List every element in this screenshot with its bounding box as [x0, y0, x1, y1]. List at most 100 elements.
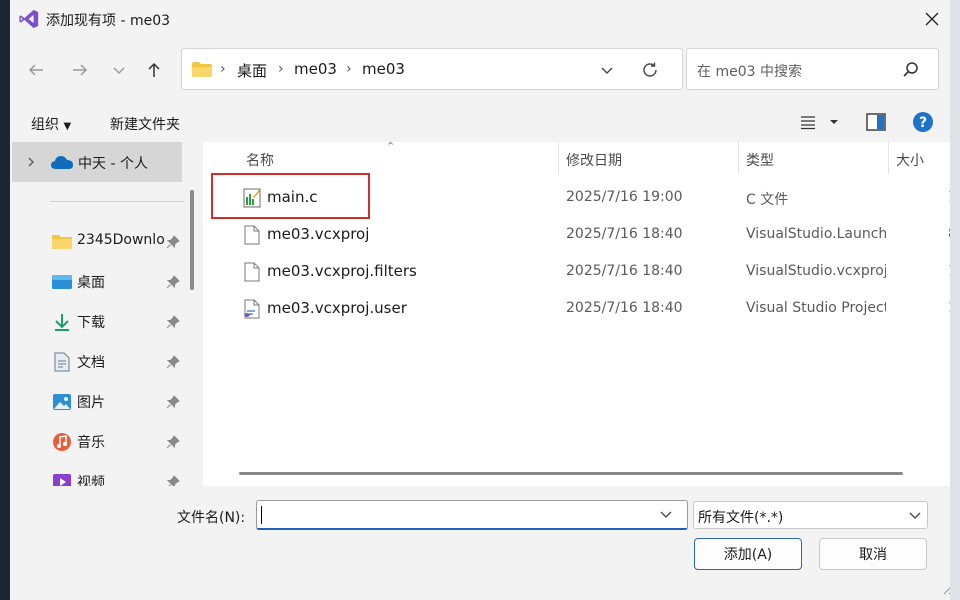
search-icon	[903, 62, 918, 77]
file-row-me03-vcxproj-filters[interactable]: me03.vcxproj.filters 2025/7/16 18:40 Vis…	[203, 254, 960, 290]
folder-icon	[192, 62, 212, 77]
pin-icon	[166, 435, 180, 449]
list-view-icon	[801, 116, 815, 130]
pane-splitter[interactable]	[196, 142, 203, 486]
visual-studio-icon	[19, 9, 39, 29]
chevron-down-icon	[113, 67, 125, 75]
breadcrumb-separator: ›	[278, 61, 284, 77]
refresh-icon	[643, 62, 657, 77]
document-icon	[54, 352, 70, 372]
nav-item-onedrive[interactable]: 中天 - 个人	[12, 142, 182, 182]
file-row-me03-vcxproj-user[interactable]: me03.vcxproj.user 2025/7/16 18:40 Visual…	[203, 291, 960, 327]
nav-item-label: 视频	[77, 475, 105, 486]
file-name: me03.vcxproj	[267, 225, 370, 243]
recent-locations-button[interactable]	[104, 55, 134, 85]
column-divider[interactable]	[888, 142, 889, 174]
nav-item-documents[interactable]: 文档	[10, 342, 188, 382]
arrow-up-icon	[148, 62, 160, 77]
chevron-down-icon	[909, 512, 921, 519]
help-icon: ?	[913, 112, 933, 132]
pin-icon	[166, 315, 180, 329]
nav-item-downloads[interactable]: 下载	[10, 302, 188, 342]
preview-pane-icon	[866, 113, 886, 131]
pin-icon	[166, 395, 180, 409]
close-icon	[925, 12, 939, 26]
organize-menu[interactable]: 组织 ▼	[31, 114, 71, 134]
video-icon	[53, 474, 71, 486]
nav-item-label: 下载	[77, 315, 105, 331]
file-type: VisualStudio.Launcher.vcxproj	[746, 226, 886, 242]
blank-file-icon	[244, 262, 260, 282]
back-button[interactable]	[21, 55, 51, 85]
nav-item-desktop[interactable]: 桌面	[10, 262, 188, 302]
breadcrumb-separator: ›	[346, 61, 352, 77]
view-options-button[interactable]	[800, 114, 816, 134]
onedrive-label: 中天 - 个人	[78, 156, 148, 172]
file-type-filter-select[interactable]: 所有文件(*.*)	[693, 501, 928, 529]
add-button[interactable]: 添加(A)	[694, 538, 802, 570]
breadcrumb-separator: ›	[220, 61, 226, 77]
desktop-icon	[52, 275, 72, 289]
nav-item-videos[interactable]: 视频	[10, 462, 188, 486]
breadcrumb-me03-current[interactable]: me03	[362, 60, 405, 78]
nav-item-label: 2345Downloads	[77, 232, 165, 248]
column-header-size[interactable]: 大小	[896, 150, 924, 170]
preview-pane-button[interactable]	[866, 113, 886, 135]
nav-item-label: 文档	[77, 355, 105, 371]
address-bar[interactable]: › 桌面 › me03 › me03	[181, 48, 683, 90]
music-icon	[53, 433, 71, 451]
file-type: C 文件	[746, 192, 789, 208]
refresh-button[interactable]	[638, 58, 662, 82]
horizontal-scrollbar[interactable]	[239, 472, 903, 475]
nav-item-label: 图片	[77, 395, 105, 411]
file-list: ⌃ 名称 修改日期 类型 大小 main.c 2025/7/16 19:00 C…	[203, 142, 960, 486]
new-folder-button[interactable]: 新建文件夹	[110, 114, 180, 134]
close-button[interactable]	[914, 4, 950, 34]
help-button[interactable]: ?	[912, 111, 934, 137]
view-dropdown[interactable]	[829, 115, 839, 131]
nav-scrollbar[interactable]	[190, 190, 194, 290]
nav-divider	[50, 201, 184, 202]
chevron-right-icon	[28, 157, 34, 167]
pin-icon	[166, 235, 180, 249]
svg-text:?: ?	[919, 115, 927, 131]
file-row-me03-vcxproj[interactable]: me03.vcxproj 2025/7/16 18:40 VisualStudi…	[203, 217, 960, 253]
search-input[interactable]: 在 me03 中搜索	[686, 48, 939, 90]
file-modified: 2025/7/16 18:40	[566, 263, 683, 279]
column-divider[interactable]	[558, 142, 559, 174]
nav-item-label: 桌面	[77, 275, 105, 291]
column-header-type[interactable]: 类型	[746, 150, 774, 170]
nav-item-pictures[interactable]: 图片	[10, 382, 188, 422]
breadcrumb-desktop[interactable]: 桌面	[237, 60, 267, 81]
column-header-name[interactable]: 名称	[246, 150, 274, 170]
column-header-modified[interactable]: 修改日期	[566, 150, 622, 170]
search-placeholder: 在 me03 中搜索	[697, 64, 802, 80]
background-window-edge	[0, 0, 10, 600]
vs-user-file-icon	[244, 299, 260, 319]
nav-item-2345downloads[interactable]: 2345Downloads	[10, 222, 188, 262]
title-bar: 添加现有项 - me03	[10, 0, 960, 38]
arrow-right-icon	[73, 64, 88, 76]
address-history-dropdown[interactable]	[596, 59, 618, 81]
nav-item-music[interactable]: 音乐	[10, 422, 188, 462]
filename-input[interactable]	[256, 500, 688, 530]
file-modified: 2025/7/16 18:40	[566, 226, 683, 242]
chevron-down-icon	[601, 67, 613, 74]
pin-icon	[166, 355, 180, 369]
file-name: me03.vcxproj.user	[267, 299, 407, 317]
cancel-button[interactable]: 取消	[819, 538, 927, 570]
navigation-pane: 中天 - 个人 2345Downloads 桌面 下载 文档 图片	[10, 142, 196, 486]
column-divider[interactable]	[738, 142, 739, 174]
breadcrumb-me03-parent[interactable]: me03	[294, 60, 337, 78]
file-type: VisualStudio.vcxproj.filters	[746, 263, 886, 279]
forward-button[interactable]	[65, 55, 95, 85]
file-modified: 2025/7/16 18:40	[566, 300, 683, 316]
chevron-down-icon[interactable]	[659, 507, 673, 521]
onedrive-cloud-icon	[51, 156, 73, 169]
pictures-icon	[53, 394, 71, 410]
command-toolbar: 组织 ▼ 新建文件夹 ?	[10, 102, 960, 142]
background-window-edge	[950, 0, 960, 600]
pin-icon	[166, 475, 180, 486]
up-button[interactable]	[139, 55, 169, 85]
arrow-left-icon	[28, 64, 43, 76]
